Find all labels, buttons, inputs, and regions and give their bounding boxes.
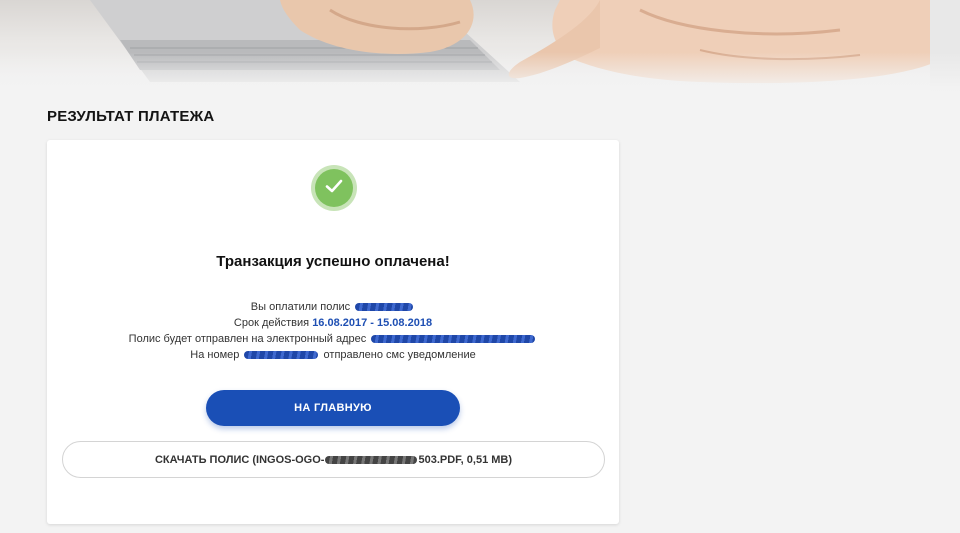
policy-label: Вы оплатили полис [250,301,351,313]
redacted-phone [244,351,319,360]
download-label-prefix: СКАЧАТЬ ПОЛИС (INGOS-OGO- [154,453,325,466]
hero-banner [0,0,960,92]
success-title: Транзакция успешно оплачена! [216,253,450,270]
success-badge [311,165,357,211]
sms-suffix: отправлено смс уведомление [323,349,476,361]
email-label: Полис будет отправлен на электронный адр… [128,333,367,345]
download-label-suffix: 503.PDF, 0,51 MB) [418,453,513,466]
payment-result-card: Транзакция успешно оплачена! Вы оплатили… [47,140,619,524]
redacted-policy-number [355,303,414,312]
validity-label: Срок действия [233,317,310,329]
sms-prefix: На номер [190,349,240,361]
home-button[interactable]: НА ГЛАВНУЮ [206,390,460,426]
email-line: Полис будет отправлен на электронный адр… [47,331,619,347]
policy-line: Вы оплатили полис [47,299,619,315]
download-policy-button[interactable]: СКАЧАТЬ ПОЛИС (INGOS-OGO- 503.PDF, 0,51 … [62,441,605,478]
page-title: РЕЗУЛЬТАТ ПЛАТЕЖА [47,108,215,125]
check-icon [323,175,345,202]
validity-line: Срок действия 16.08.2017 - 15.08.2018 [47,315,619,331]
redacted-email [371,335,536,344]
sms-line: На номер отправлено смс уведомление [47,347,619,363]
redacted-filename [325,455,418,464]
validity-period: 16.08.2017 - 15.08.2018 [312,317,433,329]
payment-details: Вы оплатили полис Срок действия 16.08.20… [47,299,619,363]
